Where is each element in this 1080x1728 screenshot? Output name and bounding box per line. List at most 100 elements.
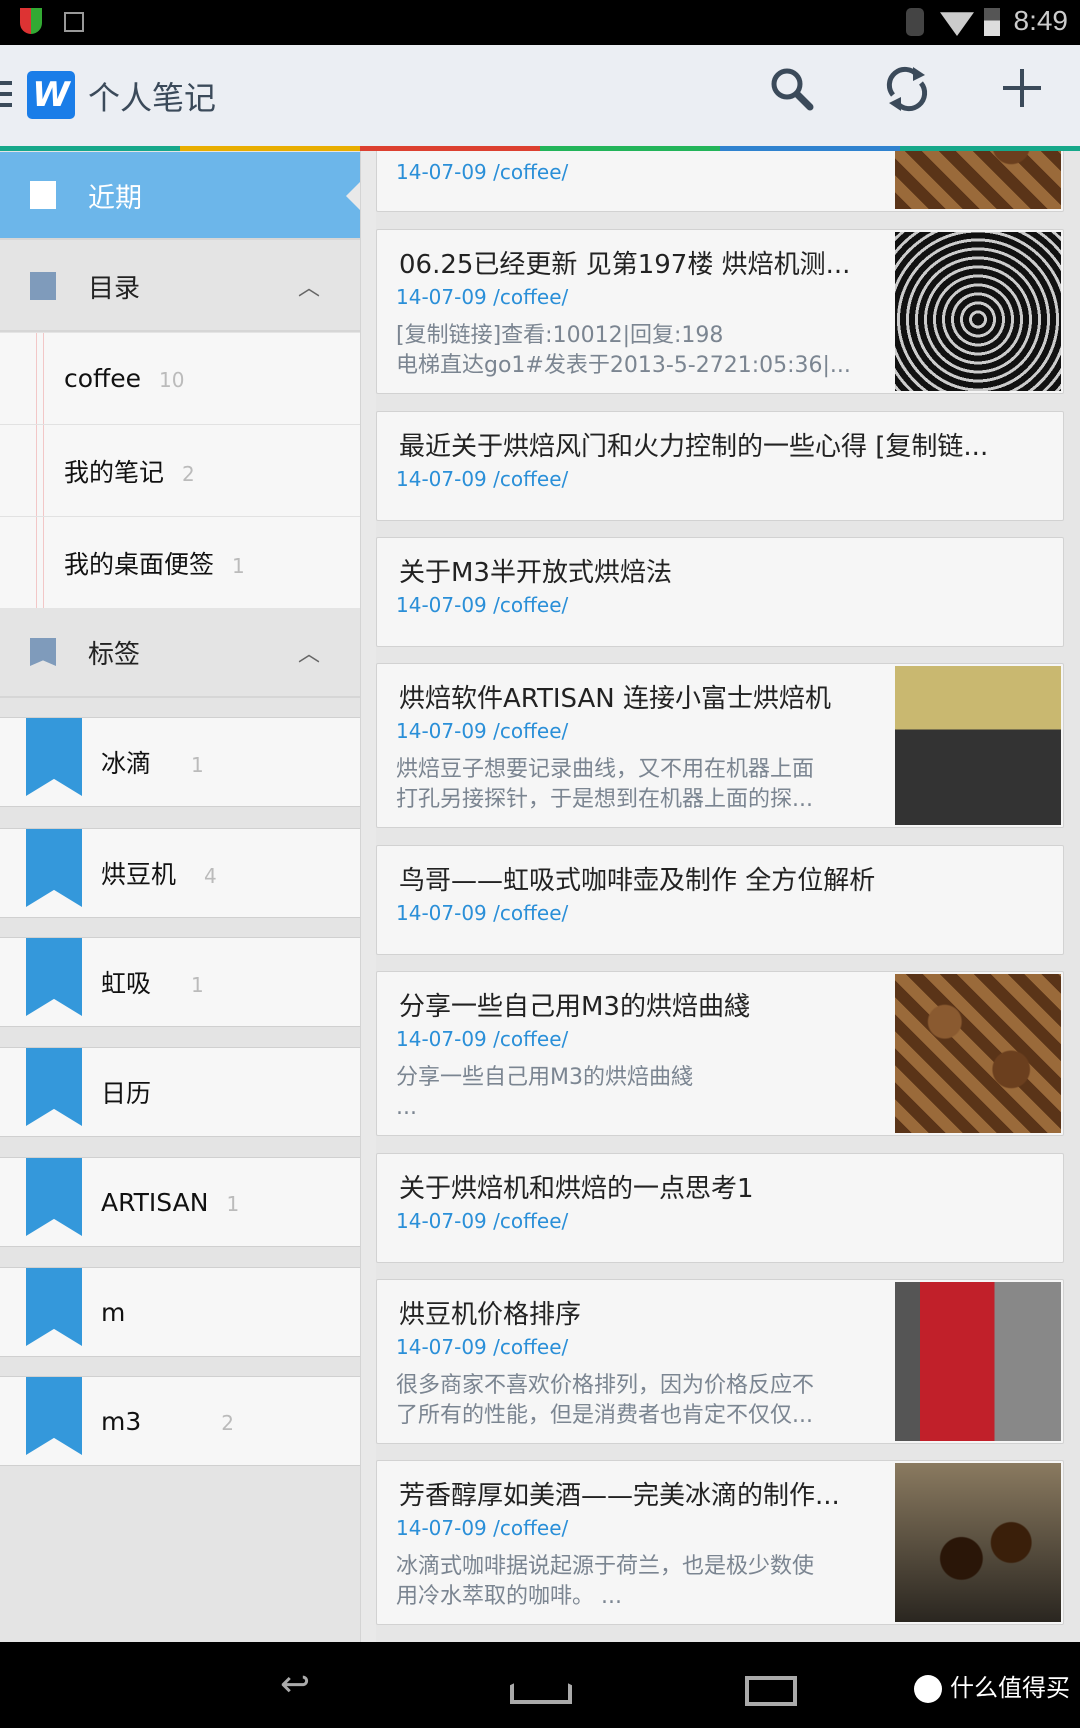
bluetooth-icon bbox=[906, 8, 924, 36]
note-card[interactable]: 关于M3半开放式烘焙法 14-07-09 /coffee/ bbox=[376, 537, 1064, 647]
folder-name: 我的桌面便签 bbox=[64, 549, 215, 579]
note-card[interactable]: 06.25已经更新 见第197楼 烘焙机测... 14-07-09 /coffee… bbox=[376, 229, 1064, 394]
note-snippet: 冰滴式咖啡据说起源于荷兰，也是极少数使 用冷水萃取的咖啡。 ... bbox=[396, 1554, 815, 1609]
note-card[interactable]: 14-07-09 /coffee/ bbox=[376, 151, 1064, 212]
sidebar-item-recent[interactable]: 近期 bbox=[0, 152, 360, 240]
tag-name: 烘豆机 bbox=[101, 860, 177, 889]
app-bar: W 个人笔记 bbox=[0, 45, 1080, 146]
note-list-icon bbox=[30, 181, 56, 209]
tag-name: ARTISAN bbox=[101, 1187, 209, 1217]
note-list: 14-07-09 /coffee/06.25已经更新 见第197楼 烘焙机测..… bbox=[376, 151, 1064, 1642]
note-title: 06.25已经更新 见第197楼 烘焙机测... bbox=[399, 250, 851, 280]
note-meta: 14-07-09 /coffee/ bbox=[396, 901, 569, 925]
clock: 8:49 bbox=[1013, 5, 1069, 36]
note-thumbnail bbox=[895, 974, 1061, 1133]
tag-icon bbox=[30, 638, 56, 666]
folder-count: 10 bbox=[159, 368, 185, 392]
note-card[interactable]: 最近关于烘焙风门和火力控制的一些心得 [复制链... 14-07-09 /coff… bbox=[376, 411, 1064, 521]
note-title: 关于M3半开放式烘焙法 bbox=[399, 558, 672, 588]
section-label: 标签 bbox=[88, 639, 141, 670]
tag-name: m bbox=[101, 1297, 126, 1327]
bookmark-icon bbox=[26, 829, 82, 907]
home-button[interactable] bbox=[510, 1670, 572, 1704]
note-meta: 14-07-09 /coffee/ bbox=[396, 593, 569, 617]
folder-count: 1 bbox=[232, 553, 245, 578]
note-title: 关于烘焙机和烘焙的一点思考1 bbox=[399, 1174, 754, 1204]
note-card[interactable]: 芳香醇厚如美酒——完美冰滴的制作... 14-07-09 /coffee/冰滴式咖… bbox=[376, 1460, 1064, 1625]
note-card[interactable]: 关于烘焙机和烘焙的一点思考1 14-07-09 /coffee/ bbox=[376, 1153, 1064, 1263]
battery-icon bbox=[984, 8, 1000, 36]
bookmark-icon bbox=[26, 1377, 82, 1455]
plus-icon bbox=[1003, 69, 1041, 107]
note-title: 最近关于烘焙风门和火力控制的一些心得 [复制链... bbox=[399, 432, 989, 462]
tag-count: 4 bbox=[204, 864, 217, 888]
folder-name: 我的笔记 bbox=[64, 457, 165, 487]
sidebar-item-label: 近期 bbox=[88, 182, 142, 214]
tag-item[interactable]: ARTISAN 1 bbox=[0, 1157, 360, 1247]
tag-count: 1 bbox=[191, 973, 204, 997]
menu-icon[interactable] bbox=[0, 81, 12, 107]
note-meta: 14-07-09 /coffee/ bbox=[396, 719, 569, 743]
note-thumbnail bbox=[895, 151, 1061, 209]
navigation-bar: ↩ 什么值得买 bbox=[0, 1642, 1080, 1728]
tag-item[interactable]: m3 2 bbox=[0, 1376, 360, 1466]
bookmark-icon bbox=[26, 1158, 82, 1236]
app-title: 个人笔记 bbox=[88, 79, 217, 117]
folder-name: coffee bbox=[64, 364, 142, 393]
note-card[interactable]: 烘焙软件ARTISAN 连接小富士烘焙机 14-07-09 /coffee/烘焙豆… bbox=[376, 663, 1064, 828]
sync-button[interactable] bbox=[877, 65, 937, 125]
tags-section-header[interactable]: 标签 ︿ bbox=[0, 608, 360, 698]
bookmark-icon bbox=[26, 1268, 82, 1346]
tag-name: 日历 bbox=[101, 1079, 152, 1108]
chevron-up-icon[interactable]: ︿ bbox=[298, 270, 320, 302]
selection-notch bbox=[346, 182, 360, 210]
note-snippet: [复制链接]查看:10012|回复:198 电梯直达go1#发表于2013-5-… bbox=[396, 323, 851, 378]
note-snippet: 烘焙豆子想要记录曲线，又不用在机器上面 打孔另接探针，于是想到在机器上面的探..… bbox=[396, 757, 815, 812]
tag-item[interactable]: 日历 bbox=[0, 1047, 360, 1137]
note-meta: 14-07-09 /coffee/ bbox=[396, 1335, 569, 1359]
note-snippet: 分享一些自己用M3的烘焙曲綫 ... bbox=[396, 1065, 693, 1120]
note-meta: 14-07-09 /coffee/ bbox=[396, 285, 569, 309]
note-card[interactable]: 分享一些自己用M3的烘焙曲綫 14-07-09 /coffee/分享一些自己用M3… bbox=[376, 971, 1064, 1136]
tag-item[interactable]: 冰滴 1 bbox=[0, 717, 360, 807]
recent-apps-button[interactable] bbox=[745, 1676, 797, 1706]
bookmark-icon bbox=[26, 718, 82, 796]
note-title: 鸟哥——虹吸式咖啡壶及制作 全方位解析 bbox=[399, 866, 876, 896]
search-icon bbox=[771, 68, 814, 111]
tag-name: 冰滴 bbox=[101, 749, 152, 778]
folders-section-header[interactable]: 目录 ︿ bbox=[0, 242, 360, 332]
note-snippet: 很多商家不喜欢价格排列，因为价格反应不 了所有的性能，但是消费者也肯定不仅仅..… bbox=[396, 1373, 815, 1428]
folder-item[interactable]: 我的桌面便签 1 bbox=[0, 517, 360, 609]
note-title: 烘焙软件ARTISAN 连接小富士烘焙机 bbox=[399, 684, 831, 714]
app-logo[interactable]: W bbox=[27, 71, 75, 119]
note-thumbnail bbox=[895, 232, 1061, 391]
bookmark-icon bbox=[26, 938, 82, 1016]
note-card[interactable]: 烘豆机价格排序 14-07-09 /coffee/很多商家不喜欢价格排列，因为价格… bbox=[376, 1279, 1064, 1444]
folder-item[interactable]: 我的笔记 2 bbox=[0, 425, 360, 517]
sync-icon bbox=[886, 66, 928, 112]
note-meta: 14-07-09 /coffee/ bbox=[396, 1516, 569, 1540]
folder-item[interactable]: coffee 10 bbox=[0, 333, 360, 425]
folder-indent-line bbox=[36, 517, 44, 608]
folder-indent-line bbox=[36, 333, 44, 424]
bookmark-icon bbox=[26, 1048, 82, 1126]
status-bar: 8:49 bbox=[0, 0, 1080, 45]
note-card[interactable]: 鸟哥——虹吸式咖啡壶及制作 全方位解析 14-07-09 /coffee/ bbox=[376, 845, 1064, 955]
wifi-icon bbox=[940, 12, 974, 36]
search-button[interactable] bbox=[762, 65, 822, 125]
folder-indent-line bbox=[36, 425, 44, 516]
note-title: 芳香醇厚如美酒——完美冰滴的制作... bbox=[399, 1481, 840, 1511]
back-button[interactable]: ↩ bbox=[280, 1664, 310, 1705]
image-notification-icon bbox=[64, 12, 84, 32]
note-thumbnail bbox=[895, 1463, 1061, 1622]
tag-name: m3 bbox=[101, 1406, 142, 1436]
tag-item[interactable]: 烘豆机 4 bbox=[0, 828, 360, 918]
tag-item[interactable]: m bbox=[0, 1267, 360, 1357]
sidebar: 近期 目录 ︿ coffee 10 我的笔记 2 我的桌面便签 1 标签 ︿ 冰滴 1 … bbox=[0, 151, 360, 1642]
tag-item[interactable]: 虹吸 1 bbox=[0, 937, 360, 1027]
watermark: 什么值得买 bbox=[914, 1668, 1070, 1703]
note-title: 烘豆机价格排序 bbox=[399, 1300, 582, 1330]
chevron-up-icon[interactable]: ︿ bbox=[298, 636, 320, 668]
tag-count: 1 bbox=[191, 753, 204, 777]
add-note-button[interactable] bbox=[992, 65, 1052, 125]
